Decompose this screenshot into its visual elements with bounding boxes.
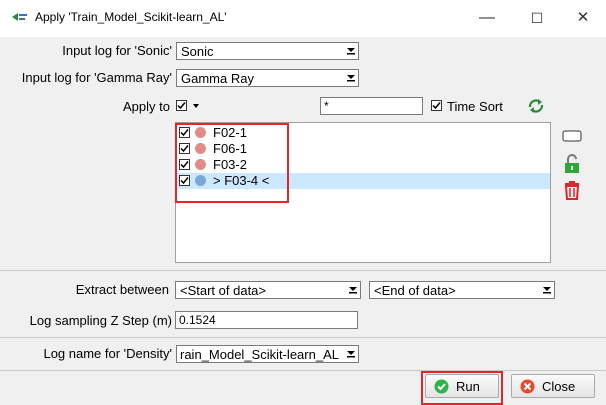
chevron-down-icon (347, 48, 355, 55)
well-filter-input[interactable]: * (320, 97, 423, 115)
unlock-icon[interactable] (561, 154, 583, 174)
input-sonic-label: Input log for 'Sonic' (62, 43, 172, 58)
divider (0, 270, 606, 271)
extract-end-value: <End of data> (374, 283, 456, 298)
window-title: Apply 'Train_Model_Scikit-learn_AL' (35, 10, 227, 24)
input-gamma-value: Gamma Ray (181, 71, 254, 86)
chevron-down-icon (349, 287, 357, 294)
extract-start-value: <Start of data> (180, 283, 267, 298)
refresh-icon[interactable] (525, 96, 547, 119)
apply-to-label: Apply to (123, 99, 170, 114)
select-all-checkbox[interactable] (176, 100, 187, 111)
check-icon (432, 102, 441, 110)
input-sonic-select[interactable]: Sonic (176, 42, 359, 60)
extract-start-select[interactable]: <Start of data> (175, 281, 361, 299)
delete-icon[interactable] (561, 180, 583, 200)
check-icon (177, 102, 186, 110)
output-log-value: rain_Model_Scikit-learn_AL (180, 347, 339, 362)
maximize-button[interactable]: ☐ (522, 6, 552, 30)
select-all-toggle[interactable] (175, 99, 205, 113)
run-highlight-box (421, 371, 503, 405)
sampling-step-input[interactable]: 0.1524 (175, 311, 358, 329)
input-sonic-value: Sonic (181, 44, 214, 59)
close-button[interactable]: Close (511, 374, 595, 398)
minimize-button[interactable]: — (472, 6, 502, 30)
input-gamma-select[interactable]: Gamma Ray (176, 69, 359, 87)
close-label: Close (542, 379, 576, 394)
time-sort-label: Time Sort (447, 99, 503, 114)
input-gamma-label: Input log for 'Gamma Ray' (21, 70, 172, 85)
chevron-down-icon (347, 75, 355, 82)
caret-down-icon (193, 104, 199, 108)
close-window-button[interactable]: ✕ (568, 6, 598, 30)
divider (0, 337, 606, 338)
chevron-down-icon (543, 287, 551, 294)
output-log-select[interactable]: rain_Model_Scikit-learn_AL (176, 345, 359, 363)
sampling-label: Log sampling Z Step (m) (29, 313, 172, 328)
chevron-down-icon (347, 351, 355, 358)
extract-end-select[interactable]: <End of data> (369, 281, 555, 299)
highlight-box (175, 123, 289, 203)
app-icon (11, 11, 29, 26)
title-bar: Apply 'Train_Model_Scikit-learn_AL' — ☐ … (0, 0, 606, 37)
output-label: Log name for 'Density' (43, 346, 172, 361)
time-sort-checkbox[interactable] (431, 100, 442, 111)
extract-label: Extract between (75, 282, 169, 297)
close-circle-icon (520, 379, 535, 394)
divider (0, 370, 606, 371)
select-icon[interactable] (561, 128, 583, 148)
